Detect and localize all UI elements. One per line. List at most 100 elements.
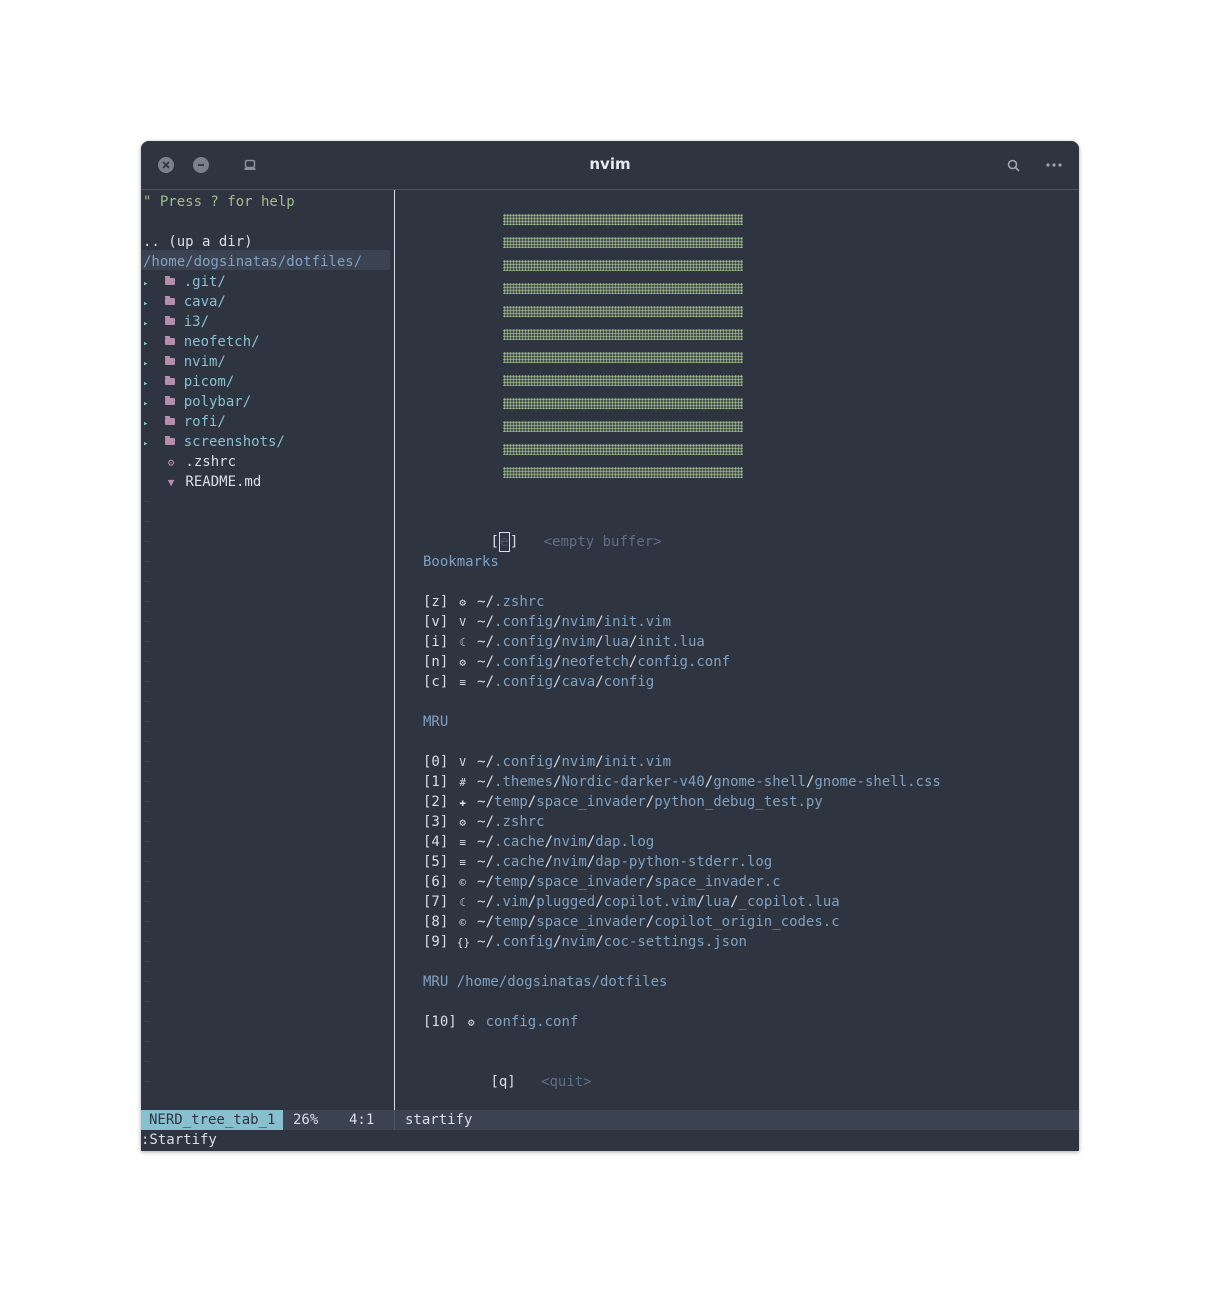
tree-folder[interactable]: ▸ polybar/: [143, 392, 251, 412]
empty-line-marker: ~: [143, 494, 152, 510]
path-segment: /: [527, 794, 537, 810]
tree-folder-label: cava/: [175, 294, 226, 310]
css-icon: #: [459, 776, 467, 789]
tree-folder-label: nvim/: [175, 354, 226, 370]
vim-icon: V: [459, 616, 467, 629]
path-segment: /: [730, 894, 739, 910]
entry-key: [v]: [423, 614, 449, 630]
entry-key: [z]: [423, 594, 449, 610]
tree-folder[interactable]: ▸ i3/: [143, 312, 209, 332]
startify-entry[interactable]: [3] ⚙ ~/.zshrc: [423, 812, 545, 832]
empty-line-marker: ~: [143, 574, 152, 590]
path-segment: nvim: [561, 614, 596, 630]
tree-folder[interactable]: ▸ picom/: [143, 372, 234, 392]
path-segment: nvim: [553, 854, 587, 870]
folder-icon: [165, 356, 176, 365]
tree-folder[interactable]: ▸ cava/: [143, 292, 226, 312]
path-segment: /: [696, 894, 705, 910]
path-segment: plugged: [536, 894, 596, 910]
path-segment: .zshrc: [494, 594, 545, 610]
startify-pane[interactable]: [e] <empty buffer> Bookmarks [z] ⚙ ~/.zs…: [395, 190, 1079, 1110]
empty-line-marker: ~: [143, 694, 152, 710]
empty-line-marker: ~: [143, 994, 152, 1010]
terminal-content[interactable]: " Press ? for help .. (up a dir) /home/d…: [141, 190, 1079, 1151]
path-segment: dap-python-stderr.log: [595, 854, 773, 870]
lua-icon: ☾: [459, 636, 467, 649]
markdown-icon: ▼: [167, 476, 175, 489]
path-segment: /: [645, 794, 655, 810]
tree-folder[interactable]: ▸ nvim/: [143, 352, 226, 372]
startify-entry[interactable]: [2] ✚ ~/temp/space_invader/python_debug_…: [423, 792, 823, 812]
gear-icon: ⚙: [459, 596, 467, 609]
tree-folder[interactable]: ▸ rofi/: [143, 412, 226, 432]
search-icon: [1007, 159, 1020, 172]
path-segment: coc-settings.json: [603, 934, 747, 950]
empty-line-marker: ~: [143, 894, 152, 910]
startify-entry[interactable]: [1] # ~/.themes/Nordic-darker-v40/gnome-…: [423, 772, 941, 792]
startify-entry[interactable]: [10] ⚙ config.conf: [423, 1012, 578, 1032]
startify-entry[interactable]: [8] © ~/temp/space_invader/copilot_origi…: [423, 912, 840, 932]
c-icon: ©: [459, 916, 467, 929]
search-button[interactable]: [1005, 157, 1021, 173]
startify-entry[interactable]: [6] © ~/temp/space_invader/space_invader…: [423, 872, 781, 892]
path-segment: .vim: [494, 894, 528, 910]
path-segment: ~/: [477, 814, 495, 830]
status-line: NERD_tree_tab_1 26% 4:1 startify: [141, 1110, 1079, 1130]
empty-buffer-entry[interactable]: [e] <empty buffer>: [423, 512, 662, 552]
entry-key: [4]: [423, 834, 449, 850]
empty-line-marker: ~: [143, 934, 152, 950]
path-segment: ~/: [477, 914, 495, 930]
startify-entry[interactable]: [7] ☾ ~/.vim/plugged/copilot.vim/lua/_co…: [423, 892, 840, 912]
empty-line-marker: ~: [143, 814, 152, 830]
startify-entry[interactable]: [0] V ~/.config/nvim/init.vim: [423, 752, 671, 772]
path-segment: .cache: [494, 854, 545, 870]
path-segment: config.conf: [485, 1014, 579, 1030]
startify-entry[interactable]: [i] ☾ ~/.config/nvim/lua/init.lua: [423, 632, 705, 652]
tree-up-dir[interactable]: .. (up a dir): [143, 232, 253, 252]
tree-root[interactable]: /home/dogsinatas/dotfiles/: [143, 252, 362, 272]
path-segment: config.conf: [637, 654, 731, 670]
path-segment: .config: [494, 654, 554, 670]
nerdtree-pane[interactable]: " Press ? for help .. (up a dir) /home/d…: [141, 190, 394, 1110]
startify-entry[interactable]: [4] ≡ ~/.cache/nvim/dap.log: [423, 832, 654, 852]
path-segment: /: [527, 894, 537, 910]
startify-entry[interactable]: [n] ⚙ ~/.config/neofetch/config.conf: [423, 652, 730, 672]
ascii-art-row: [503, 237, 743, 248]
bookmarks-header: Bookmarks: [423, 554, 499, 570]
tree-file[interactable]: ⚙ .zshrc: [165, 452, 236, 472]
folder-icon: [165, 316, 176, 325]
path-segment: /: [586, 834, 596, 850]
entry-key: [n]: [423, 654, 449, 670]
empty-line-marker: ~: [143, 714, 152, 730]
tree-file[interactable]: ▼ README.md: [165, 472, 262, 492]
path-segment: ~/: [477, 934, 495, 950]
quit-entry[interactable]: [q] <quit>: [423, 1052, 591, 1090]
gear-icon: ⚙: [459, 656, 467, 669]
text-icon: ≡: [459, 856, 467, 869]
ascii-art-header: [503, 214, 743, 490]
path-segment: neofetch: [561, 654, 629, 670]
startify-entry[interactable]: [9] {} ~/.config/nvim/coc-settings.json: [423, 932, 747, 952]
path-segment: Nordic-darker-v40: [561, 774, 705, 790]
path-segment: ~/: [477, 874, 495, 890]
path-segment: space_invader: [536, 914, 646, 930]
startify-entry[interactable]: [5] ≡ ~/.cache/nvim/dap-python-stderr.lo…: [423, 852, 772, 872]
path-segment: /: [595, 934, 604, 950]
startify-entry[interactable]: [v] V ~/.config/nvim/init.vim: [423, 612, 671, 632]
tree-folder[interactable]: ▸ .git/: [143, 272, 226, 292]
entry-key: [2]: [423, 794, 449, 810]
text-icon: ≡: [459, 676, 467, 689]
startify-entry[interactable]: [c] ≡ ~/.config/cava/config: [423, 672, 654, 692]
path-segment: /: [595, 674, 604, 690]
path-segment: lua: [704, 894, 731, 910]
menu-button[interactable]: [1046, 157, 1062, 173]
path-segment: .config: [494, 674, 554, 690]
startify-entry[interactable]: [z] ⚙ ~/.zshrc: [423, 592, 545, 612]
path-segment: ~/: [477, 674, 495, 690]
tree-folder[interactable]: ▸ screenshots/: [143, 432, 285, 452]
path-segment: /: [527, 874, 537, 890]
empty-line-marker: ~: [143, 514, 152, 530]
path-segment: temp: [494, 874, 528, 890]
command-line[interactable]: :Startify: [141, 1130, 1079, 1150]
tree-folder[interactable]: ▸ neofetch/: [143, 332, 260, 352]
